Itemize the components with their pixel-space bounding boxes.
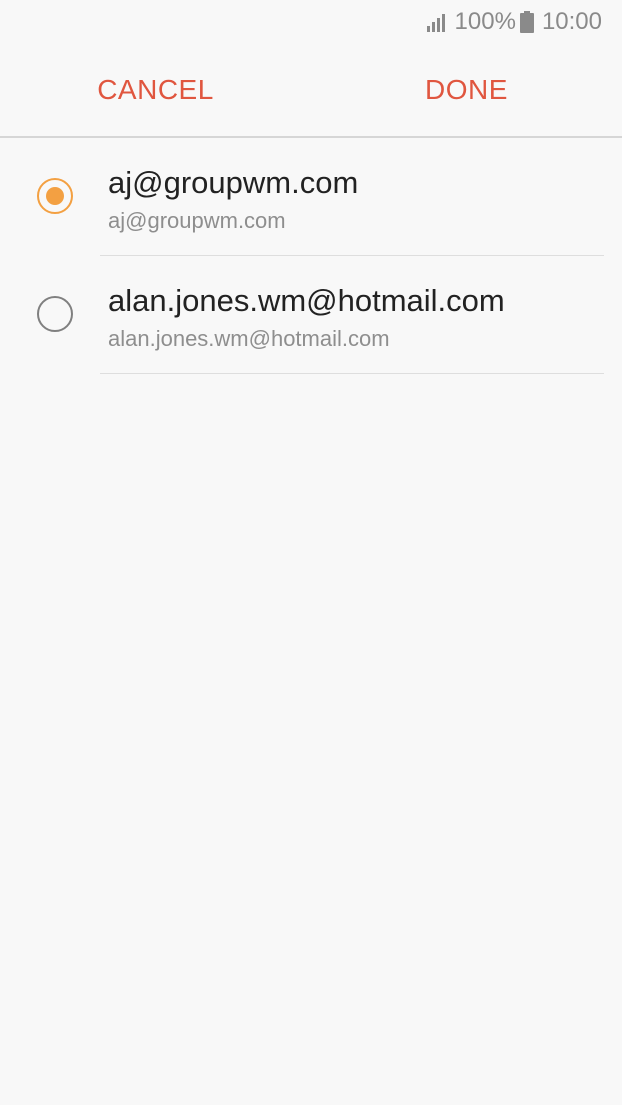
account-subtitle: aj@groupwm.com <box>108 208 286 233</box>
battery-icon <box>519 11 534 33</box>
account-title: aj@groupwm.com <box>108 165 359 200</box>
account-subtitle: alan.jones.wm@hotmail.com <box>108 326 390 351</box>
radio-button[interactable] <box>37 296 73 332</box>
account-text: aj@groupwm.com aj@groupwm.com <box>108 164 358 236</box>
action-bar: CANCEL DONE <box>0 44 622 138</box>
cancel-button[interactable]: CANCEL <box>0 44 311 136</box>
account-title: alan.jones.wm@hotmail.com <box>108 283 505 318</box>
clock: 10:00 <box>541 8 602 35</box>
done-button[interactable]: DONE <box>311 44 622 136</box>
divider <box>100 373 604 374</box>
list-item-account-2[interactable]: alan.jones.wm@hotmail.com alan.jones.wm@… <box>0 256 622 374</box>
signal-icon <box>426 14 445 32</box>
status-bar: 100% 10:00 <box>0 0 622 44</box>
radio-dot <box>46 187 64 205</box>
battery-percentage: 100% <box>454 8 516 35</box>
radio-button-selected[interactable] <box>37 178 73 214</box>
account-list: aj@groupwm.com aj@groupwm.com alan.jones… <box>0 138 622 374</box>
list-item-account-1[interactable]: aj@groupwm.com aj@groupwm.com <box>0 138 622 256</box>
account-text: alan.jones.wm@hotmail.com alan.jones.wm@… <box>108 282 505 354</box>
